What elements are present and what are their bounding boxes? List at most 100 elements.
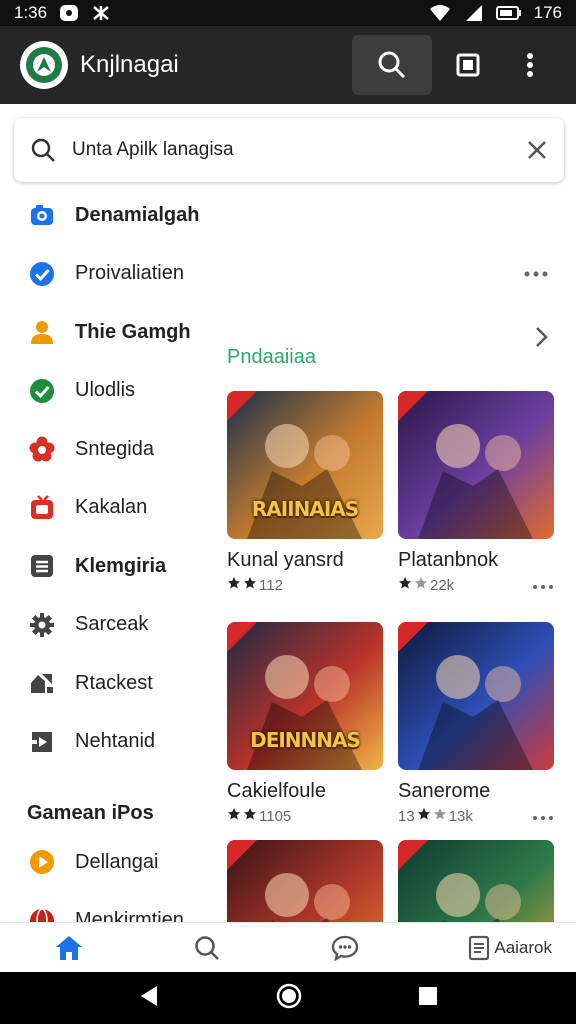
drawer-item[interactable]: Rtackest xyxy=(0,654,210,713)
game-art-title: RAIINAIAS xyxy=(251,497,359,521)
fullscreen-button[interactable] xyxy=(442,39,494,91)
chevron-right-icon[interactable] xyxy=(534,326,548,353)
game-thumbnail: RAIINAIAS xyxy=(227,391,383,539)
star-icon xyxy=(414,576,428,594)
search-input[interactable]: Unta Apilk lanagisa xyxy=(72,139,526,161)
flower-icon xyxy=(27,434,57,464)
more-horiz-icon[interactable] xyxy=(532,577,554,594)
drawer-item-label: Nehtanid xyxy=(75,730,156,753)
system-navigation xyxy=(0,972,576,1024)
rating-count: 13k xyxy=(448,807,473,825)
drawer-item[interactable]: Sarceak xyxy=(0,596,210,655)
drawer-item-label: Sntegida xyxy=(75,437,154,460)
verified-check-icon xyxy=(27,259,57,289)
main-content: Pndaaiiaa RAIINAIAS Kunal yansrd 112 Plata… xyxy=(210,186,576,922)
star-icon xyxy=(433,807,447,825)
game-meta: 13 13k xyxy=(398,807,554,825)
game-thumbnail xyxy=(227,840,383,922)
drawer-item[interactable]: Sntegida xyxy=(0,420,210,479)
game-card[interactable]: RAUNAIAS xyxy=(398,840,554,922)
drawer-item-label: Denamialgah xyxy=(75,203,200,226)
graph-icon xyxy=(27,668,57,698)
game-card[interactable]: Platanbnok 22k xyxy=(398,391,554,594)
rating-prefix: 13 xyxy=(398,807,415,825)
drawer-item[interactable]: Nehtanid xyxy=(0,713,210,772)
drawer-item[interactable]: Klemgiria xyxy=(0,537,210,596)
drawer-item[interactable]: Denamialgah xyxy=(0,186,210,245)
drawer-item-label: Menkirmtien xyxy=(75,909,184,922)
app-logo xyxy=(20,41,68,89)
home-icon xyxy=(56,935,82,960)
rating-row: 112 xyxy=(227,576,283,594)
search-icon xyxy=(195,935,219,960)
rating-count: 1105 xyxy=(259,807,292,825)
globe-icon xyxy=(27,906,57,922)
game-card[interactable] xyxy=(227,840,383,922)
drawer-item[interactable]: Thie Gamgh xyxy=(0,303,210,362)
bug-icon xyxy=(91,4,111,22)
gear-icon xyxy=(27,610,57,640)
drawer-section-title: Gamean iPos xyxy=(27,802,154,824)
search-field[interactable]: Unta Apilk lanagisa xyxy=(14,118,564,182)
camera-icon xyxy=(27,200,57,230)
signal-icon xyxy=(464,4,484,22)
game-meta: 22k xyxy=(398,576,554,594)
game-art-title: DEINNNAS xyxy=(250,728,361,752)
drawer-item-label: Kakalan xyxy=(75,496,148,519)
drawer-item-label: Dellangai xyxy=(75,850,159,873)
game-card[interactable]: DEINNNAS Cakielfoule 1105 xyxy=(227,622,383,825)
game-title: Platanbnok xyxy=(398,549,499,571)
home-button[interactable] xyxy=(276,983,302,1014)
drawer-item[interactable]: Ulodlis xyxy=(0,362,210,421)
rating-row: 1105 xyxy=(227,807,291,825)
game-card[interactable]: RAIINAIAS Kunal yansrd 112 xyxy=(227,391,383,594)
recents-button[interactable] xyxy=(417,985,439,1012)
rating-row: 13 13k xyxy=(398,807,473,825)
more-horiz-icon[interactable] xyxy=(532,808,554,825)
message-icon xyxy=(59,4,79,22)
game-thumbnail xyxy=(398,622,554,770)
star-icon xyxy=(227,576,241,594)
drawer-item-label: Proivaliatien xyxy=(75,262,184,285)
drawer-item[interactable]: Dellangai xyxy=(0,833,210,892)
search-icon xyxy=(31,138,55,162)
drawer-item[interactable]: Menkirmtien xyxy=(0,892,210,922)
back-button[interactable] xyxy=(137,984,161,1013)
document-icon xyxy=(469,935,490,960)
status-time: 1:36 xyxy=(14,3,48,22)
status-bar: 1:36 176 xyxy=(0,0,576,26)
nav-home[interactable] xyxy=(0,923,138,973)
app-bar: Knjlnagai xyxy=(0,26,576,104)
bottom-navigation: Aaiarok xyxy=(0,922,576,972)
nav-search[interactable] xyxy=(138,923,276,973)
nav-chat[interactable] xyxy=(276,923,414,973)
search-icon xyxy=(378,51,406,79)
square-icon xyxy=(456,53,480,77)
drawer-item[interactable]: Kakalan xyxy=(0,479,210,538)
game-thumbnail xyxy=(398,391,554,539)
overflow-menu-button[interactable] xyxy=(504,39,556,91)
nav-library[interactable]: Aaiarok xyxy=(414,923,576,973)
star-icon xyxy=(227,807,241,825)
drawer-item-label: Sarceak xyxy=(75,613,149,636)
game-title: Kunal yansrd xyxy=(227,549,344,571)
drawer-item-label: Thie Gamgh xyxy=(75,320,191,343)
game-title: Cakielfoule xyxy=(227,780,326,802)
close-icon[interactable] xyxy=(526,139,548,161)
drawer-item-label: Klemgiria xyxy=(75,554,167,577)
game-title: Sanerome xyxy=(398,780,491,802)
person-icon xyxy=(27,317,57,347)
game-card[interactable]: Sanerome 13 13k xyxy=(398,622,554,825)
more-horiz-icon[interactable] xyxy=(524,264,548,282)
rating-count: 22k xyxy=(430,576,455,594)
star-icon xyxy=(398,576,412,594)
star-icon xyxy=(417,807,431,825)
game-meta: 1105 xyxy=(227,807,383,825)
drawer-item-label: Rtackest xyxy=(75,671,153,694)
game-meta: 112 xyxy=(227,576,383,594)
app-title: Knjlnagai xyxy=(80,51,179,78)
drawer-item[interactable]: Proivaliatien xyxy=(0,245,210,304)
search-button[interactable] xyxy=(352,35,432,95)
tv-icon xyxy=(27,493,57,523)
star-icon xyxy=(243,576,257,594)
